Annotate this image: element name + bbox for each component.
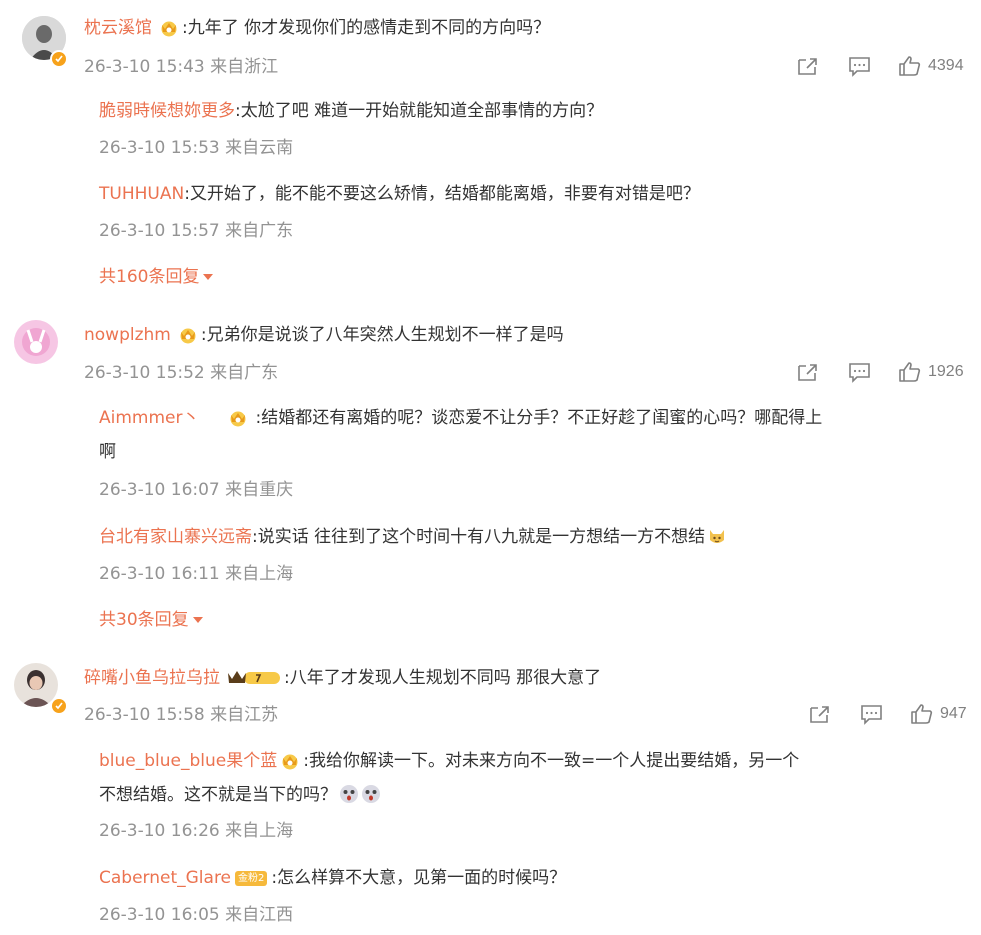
like-button[interactable]: 4394 (898, 55, 964, 77)
comment-icon[interactable] (848, 361, 872, 383)
reply-username[interactable]: Cabernet_Glare (99, 868, 231, 888)
comment-meta: 26-3-10 15:58 来自江苏 (84, 705, 279, 725)
vip-crown-icon (158, 19, 180, 43)
reply-username[interactable]: TUHHUAN (99, 184, 184, 204)
reply-line: 脆弱時候想妳更多:太尬了吧 难道一开始就能知道全部事情的方向？ (99, 100, 603, 122)
reply-meta: 26-3-10 16:26 来自上海 (99, 821, 294, 841)
like-icon (911, 704, 933, 724)
more-replies-label: 共160条回复 (99, 267, 200, 287)
reply-text: :太尬了吧 难道一开始就能知道全部事情的方向？ (235, 101, 604, 121)
reply-text: :我给你解读一下。对未来方向不一致=一个人提出要结婚，另一个 (303, 751, 800, 771)
reply-meta: 26-3-10 15:57 来自广东 (99, 221, 294, 241)
reply-text: :结婚都还有离婚的呢？谈恋爱不让分手？不正好趁了闺蜜的心吗？哪配得上 (255, 408, 823, 428)
reply-meta: 26-3-10 16:07 来自重庆 (99, 480, 294, 500)
comment-text: :八年了才发现人生规划不同吗 那很大意了 (284, 668, 602, 688)
reply-meta: 26-3-10 15:53 来自云南 (99, 138, 294, 158)
like-icon (899, 362, 921, 382)
comment-line: 枕云溪馆 :九年了 你才发现你们的感情走到不同的方向吗？ (84, 17, 550, 43)
reply-line: blue_blue_blue果个蓝 :我给你解读一下。对未来方向不一致=一个人提出… (99, 750, 799, 776)
vip-crown-icon (177, 326, 199, 350)
like-button[interactable]: 1926 (898, 361, 964, 383)
vip-crown-icon (226, 667, 282, 693)
like-count: 947 (940, 705, 967, 722)
comment-username[interactable]: 碎嘴小鱼乌拉乌拉 (84, 668, 220, 688)
comment-actions: 1926 (796, 361, 964, 383)
reply-username[interactable]: Aimmmer丶 (99, 408, 199, 428)
shocked-emoji-icon (361, 784, 381, 804)
reply-text: :怎么样算不大意，见第一面的时候吗？ (271, 868, 567, 888)
more-replies-link[interactable]: 共160条回复 (99, 267, 214, 287)
fan-badge: 金粉2 (235, 871, 268, 886)
comment-actions: 4394 (796, 55, 964, 77)
reply-line: Cabernet_Glare 金粉2:怎么样算不大意，见第一面的时候吗？ (99, 867, 566, 889)
chevron-down-icon (203, 274, 214, 280)
comment-meta: 26-3-10 15:43 来自浙江 (84, 57, 279, 77)
reply-text-continued: 不想结婚。这不就是当下的吗？ (99, 785, 337, 805)
comment-line: nowplzhm :兄弟你是说谈了八年突然人生规划不一样了是吗 (84, 324, 564, 350)
like-icon (899, 56, 921, 76)
reply-text: :说实话 往往到了这个时间十有八九就是一方想结一方不想结 (252, 527, 706, 547)
reply-line: 台北有家山寨兴远斋:说实话 往往到了这个时间十有八九就是一方想结一方不想结 (99, 526, 727, 548)
like-count: 4394 (928, 57, 964, 74)
cat-emoji-icon (707, 526, 727, 546)
chevron-down-icon (192, 617, 203, 623)
comment-text: :九年了 你才发现你们的感情走到不同的方向吗？ (182, 18, 551, 38)
shocked-emoji-icon (339, 784, 359, 804)
share-icon[interactable] (796, 55, 820, 77)
reply-username[interactable]: blue_blue_blue果个蓝 (99, 751, 277, 771)
comment-line: 碎嘴小鱼乌拉乌拉 :八年了才发现人生规划不同吗 那很大意了 (84, 667, 601, 693)
reply-text-continued: 啊 (99, 442, 116, 462)
like-count: 1926 (928, 363, 964, 380)
reply-meta: 26-3-10 16:11 来自上海 (99, 564, 294, 584)
comment-icon[interactable] (848, 55, 872, 77)
vip-crown-icon (279, 752, 301, 776)
reply-line: TUHHUAN:又开始了，能不能不要这么矫情，结婚都能离婚，非要有对错是吧？ (99, 183, 700, 205)
comment-username[interactable]: 枕云溪馆 (84, 18, 152, 38)
verified-badge-icon (50, 50, 68, 68)
more-replies-link[interactable]: 共30条回复 (99, 610, 203, 630)
reply-line: Aimmmer丶 :结婚都还有离婚的呢？谈恋爱不让分手？不正好趁了闺蜜的心吗？哪配… (99, 407, 822, 433)
reply-line-2: 不想结婚。这不就是当下的吗？ (99, 784, 381, 806)
verified-badge-icon (50, 697, 68, 715)
share-icon[interactable] (796, 361, 820, 383)
like-button[interactable]: 947 (910, 703, 967, 725)
more-replies-label: 共30条回复 (99, 610, 189, 630)
reply-username[interactable]: 台北有家山寨兴远斋 (99, 527, 252, 547)
comment-username[interactable]: nowplzhm (84, 325, 171, 345)
reply-text: :又开始了，能不能不要这么矫情，结婚都能离婚，非要有对错是吧？ (184, 184, 700, 204)
comment-actions: 947 (808, 703, 967, 725)
reply-meta: 26-3-10 16:05 来自江西 (99, 905, 294, 925)
comment-icon[interactable] (860, 703, 884, 725)
vip-crown-icon (223, 409, 253, 433)
comment-meta: 26-3-10 15:52 来自广东 (84, 363, 279, 383)
reply-username[interactable]: 脆弱時候想妳更多 (99, 101, 235, 121)
avatar[interactable] (14, 320, 58, 364)
share-icon[interactable] (808, 703, 832, 725)
comment-text: :兄弟你是说谈了八年突然人生规划不一样了是吗 (200, 325, 564, 345)
